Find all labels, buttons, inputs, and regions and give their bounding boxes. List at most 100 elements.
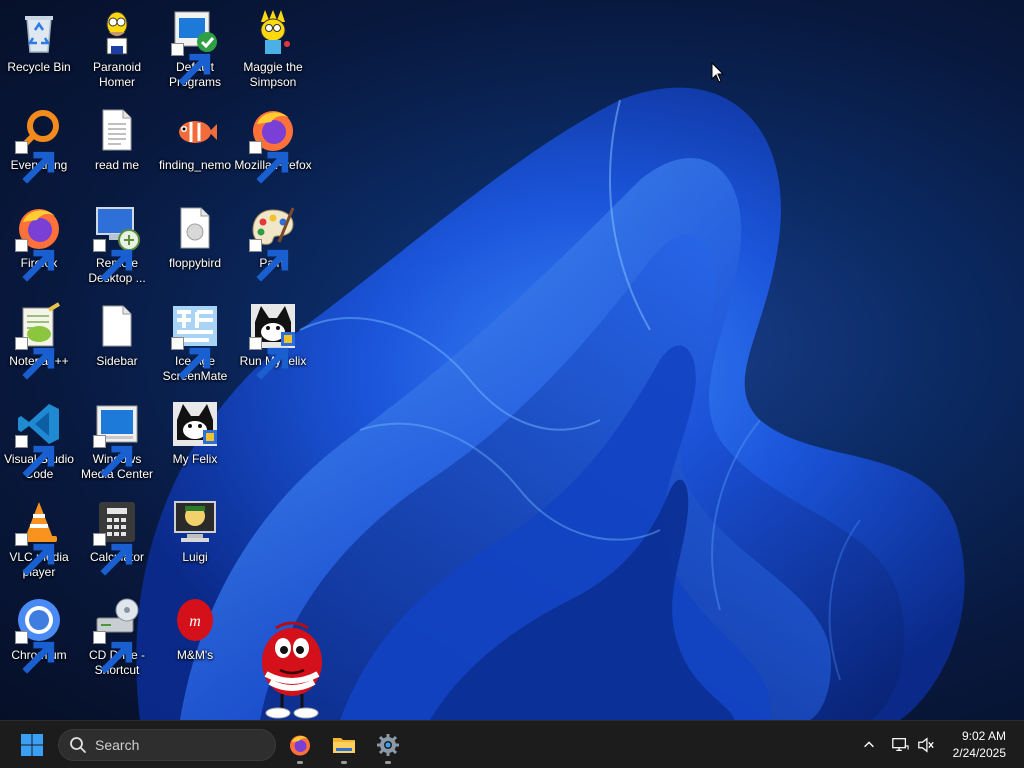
svg-text:m: m bbox=[189, 613, 201, 630]
notepad-plus-icon bbox=[15, 302, 63, 380]
desktop-icon-mms[interactable]: m M&M's bbox=[156, 596, 234, 663]
shortcut-arrow-icon bbox=[249, 141, 289, 184]
felix-cat-icon bbox=[249, 302, 297, 380]
shortcut-arrow-icon bbox=[15, 141, 55, 184]
start-button[interactable] bbox=[12, 725, 52, 765]
search-placeholder: Search bbox=[95, 737, 140, 753]
luigi-icon bbox=[171, 498, 219, 546]
clock-time: 9:02 AM bbox=[961, 729, 1006, 743]
network-monitor-icon bbox=[892, 738, 909, 752]
text-file-icon bbox=[93, 106, 141, 154]
desktop-icon-finding-nemo[interactable]: finding_nemo bbox=[156, 106, 234, 173]
shortcut-arrow-icon bbox=[93, 239, 133, 282]
mouse-cursor-icon bbox=[711, 62, 725, 83]
desktop-icon-maggie[interactable]: Maggie the Simpson bbox=[234, 8, 312, 90]
floppybird-file-icon bbox=[171, 204, 219, 252]
cd-drive-icon bbox=[93, 596, 141, 674]
shortcut-arrow-icon bbox=[171, 43, 211, 86]
mms-candy-icon: m bbox=[171, 596, 219, 644]
desktop-icon-windows-media-center[interactable]: Windows Media Center bbox=[78, 400, 156, 482]
vlc-cone-icon bbox=[15, 498, 63, 576]
desktop-icon-mozilla-firefox[interactable]: Mozilla Firefox bbox=[234, 106, 312, 184]
desktop-icon-label: Sidebar bbox=[96, 354, 138, 368]
taskbar: Search 9:02 AM 2/24/2025 bbox=[0, 720, 1024, 768]
magnifier-icon bbox=[15, 106, 63, 184]
desktop-icon-luigi[interactable]: Luigi bbox=[156, 498, 234, 565]
desktop-icon-vlc[interactable]: VLC media player bbox=[0, 498, 78, 580]
mms-character-mascot[interactable] bbox=[252, 612, 332, 720]
desktop-icon-label: finding_nemo bbox=[158, 158, 232, 172]
shortcut-arrow-icon bbox=[15, 337, 55, 380]
desktop-icon-label: M&M's bbox=[176, 648, 214, 662]
shortcut-arrow-icon bbox=[15, 435, 55, 478]
desktop-icon-paranoid-homer[interactable]: Paranoid Homer bbox=[78, 8, 156, 90]
calculator-icon bbox=[93, 498, 141, 576]
firefox-icon bbox=[15, 204, 63, 282]
remote-desktop-icon bbox=[93, 204, 141, 282]
desktop-icon-default-programs[interactable]: Default Programs bbox=[156, 8, 234, 90]
running-indicator bbox=[341, 761, 347, 764]
desktop-icon-read-me[interactable]: read me bbox=[78, 106, 156, 173]
taskbar-settings-button[interactable] bbox=[368, 725, 408, 765]
desktop-icon-everything[interactable]: Everything bbox=[0, 106, 78, 184]
recycle-bin-icon bbox=[15, 8, 63, 56]
desktop-icon-calculator[interactable]: Calculator bbox=[78, 498, 156, 576]
desktop-icon-notepad-plus[interactable]: Notepad++ bbox=[0, 302, 78, 380]
desktop-icon-vscode[interactable]: Visual Studio Code bbox=[0, 400, 78, 482]
desktop-icon-recycle-bin[interactable]: Recycle Bin bbox=[0, 8, 78, 75]
taskbar-search-box[interactable]: Search bbox=[58, 729, 276, 761]
speaker-muted-icon bbox=[918, 737, 934, 753]
running-indicator bbox=[385, 761, 391, 764]
desktop-icon-floppybird[interactable]: floppybird bbox=[156, 204, 234, 271]
maggie-icon bbox=[249, 8, 297, 56]
settings-icon bbox=[377, 734, 399, 756]
show-hidden-icons-button[interactable] bbox=[857, 733, 881, 757]
desktop-icon-label: read me bbox=[94, 158, 140, 172]
desktop-icon-label: floppybird bbox=[168, 256, 222, 270]
shortcut-arrow-icon bbox=[93, 435, 133, 478]
taskbar-file-explorer-button[interactable] bbox=[324, 725, 364, 765]
desktop-icon-label: Maggie the Simpson bbox=[243, 60, 303, 89]
felix-cat-icon bbox=[171, 400, 219, 448]
taskbar-clock[interactable]: 9:02 AM 2/24/2025 bbox=[936, 728, 1006, 762]
shortcut-arrow-icon bbox=[15, 239, 55, 282]
firefox-icon bbox=[249, 106, 297, 184]
nemo-fish-icon bbox=[171, 106, 219, 154]
taskbar-firefox-button[interactable] bbox=[280, 725, 320, 765]
shortcut-arrow-icon bbox=[93, 631, 133, 674]
chromium-icon bbox=[15, 596, 63, 674]
desktop-icon-chromium[interactable]: Chromium bbox=[0, 596, 78, 674]
paint-palette-icon bbox=[249, 204, 297, 282]
network-tray-button[interactable] bbox=[888, 733, 912, 757]
search-icon bbox=[70, 737, 86, 753]
shortcut-arrow-icon bbox=[171, 337, 211, 380]
default-programs-icon bbox=[171, 8, 219, 86]
ice-age-icon bbox=[171, 302, 219, 380]
homer-icon bbox=[93, 8, 141, 56]
desktop-icon-label: Recycle Bin bbox=[7, 60, 71, 74]
windows-logo-icon bbox=[21, 734, 43, 756]
media-center-icon bbox=[93, 400, 141, 478]
desktop[interactable]: Recycle Bin Everything Firefox Notepad++… bbox=[0, 0, 1024, 720]
shortcut-arrow-icon bbox=[15, 631, 55, 674]
clock-date: 2/24/2025 bbox=[952, 746, 1006, 760]
vscode-icon bbox=[15, 400, 63, 478]
shortcut-arrow-icon bbox=[15, 533, 55, 576]
volume-tray-button[interactable] bbox=[914, 733, 938, 757]
running-indicator bbox=[297, 761, 303, 764]
chevron-up-icon bbox=[864, 741, 874, 748]
desktop-icon-ice-age-screenmate[interactable]: Ice Age ScreenMate bbox=[156, 302, 234, 384]
desktop-icon-label: My Felix bbox=[172, 452, 218, 466]
desktop-icon-label: Luigi bbox=[182, 550, 208, 564]
shortcut-arrow-icon bbox=[249, 337, 289, 380]
desktop-icon-my-felix[interactable]: My Felix bbox=[156, 400, 234, 467]
desktop-icon-run-myfelix[interactable]: Run MyFelix bbox=[234, 302, 312, 380]
desktop-icon-firefox[interactable]: Firefox bbox=[0, 204, 78, 282]
shortcut-arrow-icon bbox=[249, 239, 289, 282]
firefox-icon bbox=[290, 735, 310, 756]
desktop-icon-sidebar[interactable]: Sidebar bbox=[78, 302, 156, 369]
desktop-icon-cd-drive[interactable]: CD Drive - Shortcut bbox=[78, 596, 156, 678]
desktop-icon-label: Paranoid Homer bbox=[92, 60, 142, 89]
desktop-icon-paint[interactable]: Paint bbox=[234, 204, 312, 282]
desktop-icon-remote-desktop[interactable]: Remote Desktop ... bbox=[78, 204, 156, 286]
